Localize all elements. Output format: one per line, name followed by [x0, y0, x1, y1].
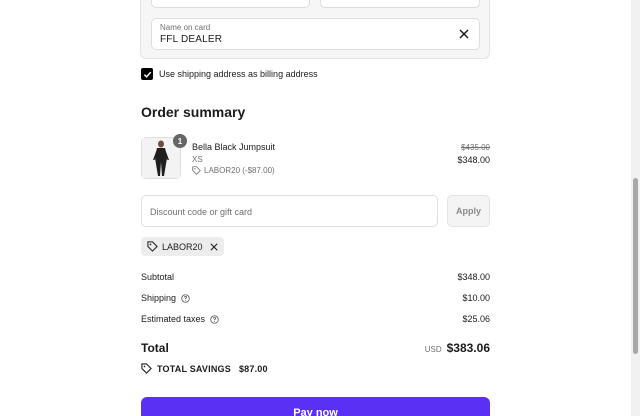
page-scrollbar[interactable] — [631, 0, 640, 416]
remove-discount-icon[interactable] — [209, 242, 218, 251]
total-savings-label: TOTAL SAVINGS — [157, 363, 231, 374]
taxes-label: Estimated taxes — [141, 314, 206, 324]
currency-code: USD — [424, 345, 442, 354]
shipping-value: $10.00 — [462, 293, 490, 303]
applied-discount-chip: LABOR20 — [141, 237, 224, 256]
total-label: Total — [141, 341, 169, 355]
subtotal-row: Subtotal $348.00 — [141, 272, 490, 282]
product-name: Bella Black Jumpsuit — [192, 142, 276, 152]
billing-address-option[interactable]: Use shipping address as billing address — [141, 68, 318, 80]
product-variant: XS — [192, 155, 203, 164]
applied-discount-code: LABOR20 — [162, 241, 203, 252]
product-discount-text: LABOR20 (-$87.00) — [204, 166, 275, 175]
discount-code-input[interactable]: Discount code or gift card — [141, 195, 438, 227]
original-price: $435.00 — [461, 143, 490, 152]
discounted-price: $348.00 — [457, 155, 490, 165]
quantity-badge: 1 — [173, 134, 187, 148]
total-value: $383.06 — [446, 341, 490, 355]
card-security-code-field[interactable] — [320, 0, 480, 8]
shipping-row: Shipping $10.00 — [141, 293, 490, 303]
scrollbar-thumb[interactable] — [633, 178, 638, 354]
discount-code-placeholder: Discount code or gift card — [150, 207, 253, 217]
total-savings: TOTAL SAVINGS $87.00 — [141, 363, 268, 374]
billing-checkbox[interactable] — [141, 68, 153, 80]
total-savings-value: $87.00 — [238, 363, 268, 374]
checkmark-icon — [143, 71, 151, 78]
total-row: Total USD $383.06 — [141, 341, 490, 355]
product-discount: LABOR20 (-$87.00) — [192, 166, 275, 175]
card-expiry-field[interactable] — [151, 0, 310, 8]
help-circle-icon[interactable] — [181, 293, 190, 303]
name-on-card-label: Name on card — [160, 23, 211, 32]
tag-icon — [141, 363, 152, 374]
billing-checkbox-label[interactable]: Use shipping address as billing address — [159, 69, 318, 79]
name-on-card-field[interactable]: Name on card FFL DEALER — [151, 18, 480, 50]
pay-now-button[interactable]: Pay now — [141, 397, 490, 416]
subtotal-label: Subtotal — [141, 272, 175, 282]
payment-card-panel: Name on card FFL DEALER — [140, 0, 490, 59]
tag-icon — [192, 166, 201, 175]
help-circle-icon[interactable] — [210, 314, 219, 324]
shipping-label: Shipping — [141, 293, 177, 303]
name-on-card-value[interactable]: FFL DEALER — [160, 34, 222, 45]
taxes-row: Estimated taxes $25.06 — [141, 314, 490, 324]
taxes-value: $25.06 — [462, 314, 490, 324]
tag-icon — [147, 241, 158, 252]
apply-button[interactable]: Apply — [447, 195, 490, 227]
subtotal-value: $348.00 — [457, 272, 490, 282]
order-summary-title: Order summary — [141, 104, 246, 120]
close-icon[interactable] — [458, 28, 470, 40]
